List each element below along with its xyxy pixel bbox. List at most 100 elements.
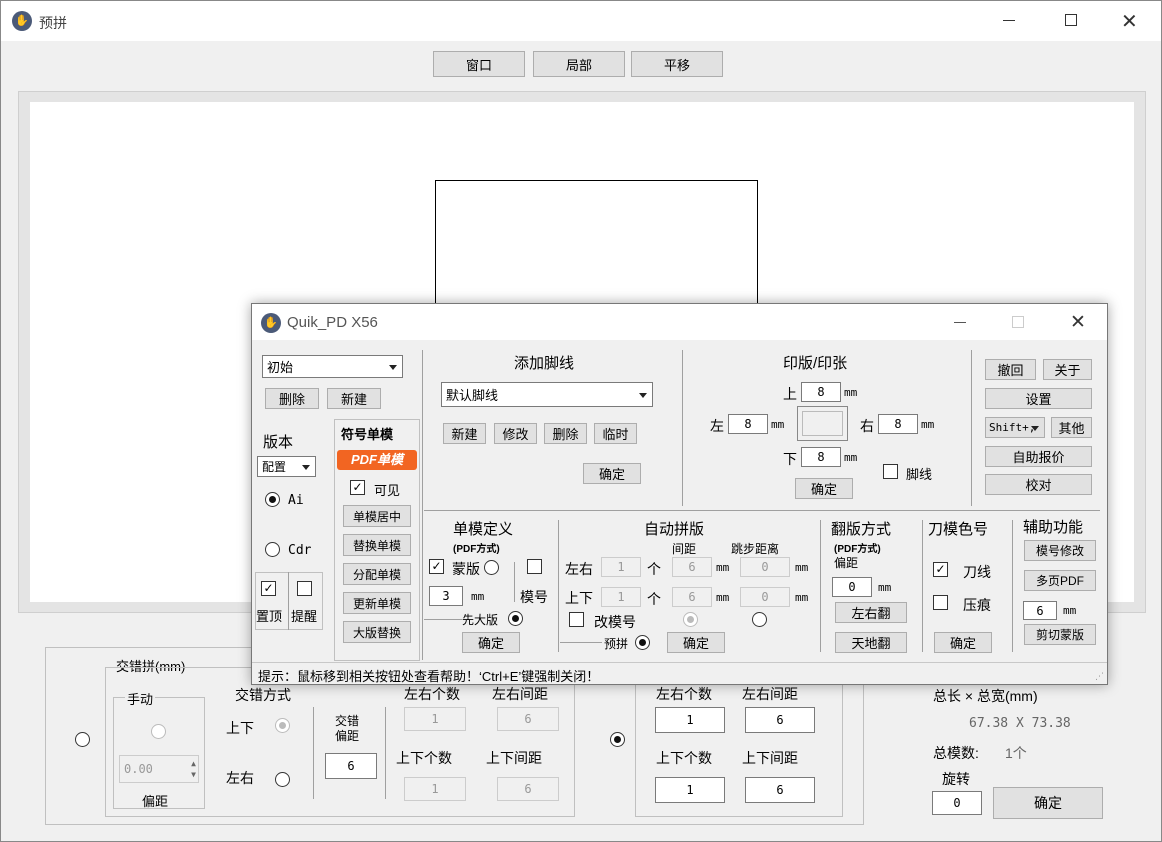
visible-label: 可见 <box>374 483 401 498</box>
grid-radio[interactable] <box>610 732 625 747</box>
dialog-minimize-icon[interactable] <box>954 322 966 323</box>
big-first-radio[interactable] <box>508 611 523 626</box>
config-select[interactable]: 配置 <box>257 456 316 477</box>
aux-value-input[interactable]: 6 <box>1023 601 1057 620</box>
ai-radio[interactable] <box>265 492 280 507</box>
auto-ok-button[interactable]: 确定 <box>667 632 725 653</box>
visible-checkbox[interactable]: ✓ <box>350 480 365 495</box>
about-button[interactable]: 关于 <box>1043 359 1092 380</box>
manual-radio[interactable] <box>151 724 166 739</box>
minimize-icon[interactable] <box>1003 20 1015 21</box>
assign-single-button[interactable]: 分配单模 <box>343 563 411 585</box>
resize-grip-icon[interactable]: ⋰ <box>1095 671 1104 682</box>
stagger-lr-gap-input[interactable]: 6 <box>497 707 559 731</box>
remind-checkbox[interactable] <box>297 581 312 596</box>
main-ok-button[interactable]: 确定 <box>993 787 1103 819</box>
top-label: 置顶 <box>256 609 283 624</box>
partial-button[interactable]: 局部 <box>533 51 625 77</box>
other-button[interactable]: 其他 <box>1051 417 1092 438</box>
settings-button[interactable]: 设置 <box>985 388 1092 409</box>
replace-single-button[interactable]: 替换单模 <box>343 534 411 556</box>
footline-ok-button[interactable]: 确定 <box>583 463 641 484</box>
single-ok-button[interactable]: 确定 <box>462 632 520 653</box>
preset-new-button[interactable]: 新建 <box>327 388 381 409</box>
preview-radio[interactable] <box>635 635 650 650</box>
pdf-single-badge[interactable]: PDF单模 <box>337 450 417 470</box>
rotate-input[interactable]: 0 <box>932 791 982 815</box>
version-label: 版本 <box>263 434 294 451</box>
pan-button[interactable]: 平移 <box>631 51 723 77</box>
big-first-line <box>424 619 462 620</box>
quikpd-dialog: ✋ Quik_PD X56 ✕ 初始 删除 新建 版本 配置 Ai Cdr ✓ … <box>251 303 1108 685</box>
flip-offset-input[interactable]: 0 <box>832 577 872 597</box>
lr-flip-button[interactable]: 左右翻 <box>835 602 907 623</box>
footline-title: 添加脚线 <box>514 355 575 372</box>
auto-lr-step-input[interactable]: 0 <box>740 557 790 577</box>
mode-ud-radio[interactable] <box>275 718 290 733</box>
plate-top-input[interactable]: 8 <box>801 382 841 402</box>
main-title-bar: ✋ 预拼 ✕ <box>1 1 1161 41</box>
mask-checkbox[interactable]: ✓ <box>429 559 444 574</box>
auto-gap-radio[interactable] <box>683 612 698 627</box>
preset-select[interactable]: 初始 <box>262 355 403 378</box>
grid-ud-gap-input[interactable]: 6 <box>745 777 815 803</box>
single-value-input[interactable]: 3 <box>429 586 463 606</box>
knife-title: 刀模色号 <box>928 521 989 538</box>
auto-step-radio[interactable] <box>752 612 767 627</box>
shift-select[interactable]: Shift+, <box>985 417 1045 438</box>
knife-ok-button[interactable]: 确定 <box>934 632 992 653</box>
auto-ud-count-input[interactable]: 1 <box>601 587 641 607</box>
plate-left-input[interactable]: 8 <box>728 414 768 434</box>
mode-lr-radio[interactable] <box>275 772 290 787</box>
footline-select[interactable]: 默认脚线 <box>441 382 653 407</box>
stagger-ud-gap-input[interactable]: 6 <box>497 777 559 801</box>
mold-edit-button[interactable]: 模号修改 <box>1024 540 1096 561</box>
grid-ud-count-input[interactable]: 1 <box>655 777 725 803</box>
quote-button[interactable]: 自助报价 <box>985 446 1092 467</box>
cdr-radio[interactable] <box>265 542 280 557</box>
spinner-arrows-icon[interactable]: ▲ ▼ <box>191 758 196 780</box>
auto-ud-gap-input[interactable]: 6 <box>672 587 712 607</box>
stagger-offset-input[interactable]: 6 <box>325 753 377 779</box>
auto-lr-gap-input[interactable]: 6 <box>672 557 712 577</box>
footline-delete-button[interactable]: 删除 <box>544 423 587 444</box>
window-button[interactable]: 窗口 <box>433 51 525 77</box>
change-no-checkbox[interactable] <box>569 612 584 627</box>
footline-edit-button[interactable]: 修改 <box>494 423 537 444</box>
undo-button[interactable]: 撤回 <box>985 359 1036 380</box>
preset-delete-button[interactable]: 删除 <box>265 388 319 409</box>
plate-bottom-input[interactable]: 8 <box>801 447 841 467</box>
footline-temp-button[interactable]: 临时 <box>594 423 637 444</box>
footline-checkbox[interactable] <box>883 464 898 479</box>
auto-lr-count-input[interactable]: 1 <box>601 557 641 577</box>
stagger-lr-count-input[interactable]: 1 <box>404 707 466 731</box>
crease-checkbox[interactable] <box>933 595 948 610</box>
stagger-ud-count-input[interactable]: 1 <box>404 777 466 801</box>
close-icon[interactable]: ✕ <box>1121 9 1138 34</box>
plate-ok-button[interactable]: 确定 <box>795 478 853 499</box>
mask-radio[interactable] <box>484 560 499 575</box>
stagger-radio[interactable] <box>75 732 90 747</box>
offset-spinner[interactable]: 0.00 ▲ ▼ <box>119 755 199 783</box>
footline-new-button[interactable]: 新建 <box>443 423 486 444</box>
cdr-label: Cdr <box>288 543 312 558</box>
knife-line-checkbox[interactable]: ✓ <box>933 562 948 577</box>
center-single-button[interactable]: 单模居中 <box>343 505 411 527</box>
dialog-maximize-icon[interactable] <box>1012 316 1024 328</box>
big-replace-button[interactable]: 大版替换 <box>343 621 411 643</box>
auto-ud-step-input[interactable]: 0 <box>740 587 790 607</box>
plate-left-label: 左 <box>710 418 724 434</box>
dialog-close-icon[interactable]: ✕ <box>1070 311 1086 334</box>
mold-no-checkbox[interactable] <box>527 559 542 574</box>
top-checkbox[interactable]: ✓ <box>261 581 276 596</box>
grid-lr-gap-input[interactable]: 6 <box>745 707 815 733</box>
update-single-button[interactable]: 更新单模 <box>343 592 411 614</box>
proof-button[interactable]: 校对 <box>985 474 1092 495</box>
aux-unit: mm <box>1063 604 1077 617</box>
grid-lr-count-input[interactable]: 1 <box>655 707 725 733</box>
multi-pdf-button[interactable]: 多页PDF <box>1024 570 1096 591</box>
maximize-icon[interactable] <box>1065 14 1077 26</box>
plate-right-input[interactable]: 8 <box>878 414 918 434</box>
cut-mask-button[interactable]: 剪切蒙版 <box>1024 624 1096 645</box>
ud-flip-button[interactable]: 天地翻 <box>835 632 907 653</box>
